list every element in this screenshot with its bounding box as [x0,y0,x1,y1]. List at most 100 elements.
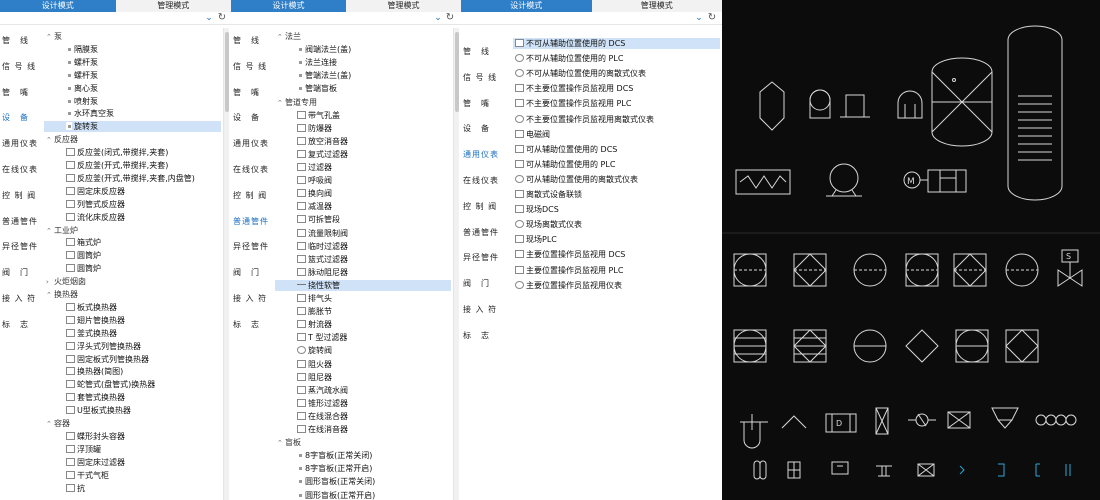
sidebar-category-item[interactable]: 接 入 符 [233,293,267,304]
sidebar-category-item[interactable]: 设 备 [463,123,490,134]
tree-symbol-item[interactable]: 抗 [44,483,221,494]
tree-group-node[interactable]: ⌃ 管道专用 [275,97,451,108]
tree-symbol-item[interactable]: 不可从辅助位置使用的 DCS [513,38,720,49]
caret-down-icon[interactable]: ⌃ [46,32,54,43]
tree-symbol-item[interactable]: 呼吸阀 [275,175,451,186]
tree-symbol-item[interactable]: 板式换热器 [44,302,221,313]
tree-symbol-item[interactable]: 翅片管换热器 [44,315,221,326]
tree-symbol-item[interactable]: 不可从辅助位置使用的离散式仪表 [513,68,720,79]
tree-symbol-item[interactable]: 干式气柜 [44,470,221,481]
tree-symbol-item[interactable]: 篮式过滤器 [275,254,451,265]
tree-symbol-item[interactable]: 圆形盲板(正常开启) [275,490,451,500]
sidebar-category-item[interactable]: 管 嘴 [463,98,490,109]
tree-symbol-item[interactable]: 旋转阀 [275,345,451,356]
tree-symbol-item[interactable]: 蒸汽疏水阀 [275,385,451,396]
tree-symbol-item[interactable]: 防爆器 [275,123,451,134]
tree-symbol-item[interactable]: 螺杆泵 [44,70,221,81]
sidebar-category-item[interactable]: 接 入 符 [2,293,36,304]
tree-symbol-item[interactable]: 阻火器 [275,359,451,370]
tree-symbol-item[interactable]: 旋转泵 [44,121,221,133]
tree-symbol-item[interactable]: 现场PLC [513,234,720,245]
tree-symbol-item[interactable]: 换向阀 [275,188,451,199]
tree-symbol-item[interactable]: 箱式炉 [44,237,221,248]
tree-symbol-item[interactable]: 过滤器 [275,162,451,173]
tree-symbol-item[interactable]: 膨胀节 [275,306,451,317]
tree-symbol-item[interactable]: 水环真空泵 [44,108,221,119]
tree-symbol-item[interactable]: 8字盲板(正常开启) [275,463,451,474]
tree-symbol-item[interactable]: 喷射泵 [44,96,221,107]
tree-symbol-item[interactable]: 法兰连接 [275,57,451,68]
tree-group-node[interactable]: ⌃ 盲板 [275,437,451,448]
tree-group-node[interactable]: ⌃ 工业炉 [44,225,221,236]
sidebar-category-item[interactable]: 普通管件 [233,216,269,227]
chevron-down-icon[interactable]: ⌄ [693,13,705,23]
sidebar-category-item[interactable]: 普通管件 [2,216,38,227]
sidebar-category-item[interactable]: 标 志 [463,330,490,341]
tree-symbol-item[interactable]: U型板式换热器 [44,405,221,416]
tree-symbol-item[interactable]: 临时过滤器 [275,241,451,252]
tree-symbol-item[interactable]: 固定板式列管换热器 [44,354,221,365]
sidebar-category-item[interactable]: 管 嘴 [2,87,29,98]
tree-group-node[interactable]: ⌃ 反应器 [44,134,221,145]
chevron-down-icon[interactable]: ⌄ [203,13,215,23]
tree-symbol-item[interactable]: 主要位置操作员监视用仪表 [513,280,720,291]
sidebar-category-item[interactable]: 控 制 阀 [463,201,497,212]
tree-symbol-item[interactable]: 减温器 [275,201,451,212]
sidebar-category-item[interactable]: 标 志 [2,319,29,330]
tab-manage-mode[interactable]: 管理模式 [115,0,231,12]
sidebar-category-item[interactable]: 管 线 [463,46,490,57]
tree-symbol-item[interactable]: 反应釜(闭式,带搅拌,夹套) [44,147,221,158]
caret-down-icon[interactable]: ⌃ [46,135,54,146]
sidebar-category-item[interactable]: 阀 门 [463,278,490,289]
sidebar-category-item[interactable]: 异径管件 [233,241,269,252]
caret-down-icon[interactable]: ⌃ [46,290,54,301]
tree-symbol-item[interactable]: 流化床反应器 [44,212,221,223]
tree-symbol-item[interactable]: 不可从辅助位置使用的 PLC [513,53,720,64]
tree-symbol-item[interactable]: 可从辅助位置使用的离散式仪表 [513,174,720,185]
sidebar-category-item[interactable]: 普通管件 [463,227,499,238]
tree-symbol-item[interactable]: 换热器(简图) [44,366,221,377]
tree-symbol-item[interactable]: 列管式反应器 [44,199,221,210]
sidebar-category-item[interactable]: 信 号 线 [233,61,267,72]
chevron-down-icon[interactable]: ⌄ [432,13,444,23]
tree-scrollbar[interactable] [223,28,229,500]
tree-symbol-item[interactable]: 反应釜(开式,带搅拌,夹套) [44,160,221,171]
tree-symbol-item[interactable]: 现场离散式仪表 [513,219,720,230]
tree-symbol-item[interactable]: 挠性软管 [275,279,451,291]
sidebar-category-item[interactable]: 管 线 [233,35,260,46]
tree-group-node[interactable]: ⌃ 换热器 [44,289,221,300]
sidebar-category-item[interactable]: 阀 门 [233,267,260,278]
tree-symbol-item[interactable]: 固定床反应器 [44,186,221,197]
tree-symbol-item[interactable]: 可从辅助位置使用的 DCS [513,144,720,155]
sidebar-category-item[interactable]: 管 线 [2,35,29,46]
tree-symbol-item[interactable]: 现场DCS [513,204,720,215]
tree-symbol-item[interactable]: T 型过滤器 [275,332,451,343]
tree-symbol-item[interactable]: 套管式换热器 [44,392,221,403]
tree-symbol-item[interactable]: 电磁阀 [513,129,720,140]
tree-group-node[interactable]: ⌃ 容器 [44,418,221,429]
tree-symbol-item[interactable]: 不主要位置操作员监视用离散式仪表 [513,114,720,125]
tree-symbol-item[interactable]: 管端盲板 [275,83,451,94]
tree-group-node[interactable]: › 火炬烟囱 [44,276,221,287]
sidebar-category-item[interactable]: 通用仪表 [2,138,38,149]
tree-symbol-item[interactable]: 不主要位置操作员监视用 PLC [513,98,720,109]
tree-symbol-item[interactable]: 圆筒炉 [44,250,221,261]
caret-right-icon[interactable]: › [46,277,54,288]
tree-symbol-item[interactable]: 浮头式列管换热器 [44,341,221,352]
tree-symbol-item[interactable]: 阀端法兰(盖) [275,44,451,55]
tree-symbol-item[interactable]: 反应釜(开式,带搅拌,夹套,内盘管) [44,173,221,184]
tree-symbol-item[interactable]: 蝶形封头容器 [44,431,221,442]
tab-design-mode[interactable]: 设计模式 [461,0,592,12]
tree-symbol-item[interactable]: 螺杆泵 [44,57,221,68]
tree-symbol-item[interactable]: 8字盲板(正常关闭) [275,450,451,461]
tree-symbol-item[interactable]: 阻尼器 [275,372,451,383]
refresh-icon[interactable]: ↻ [216,13,228,23]
cad-drawing-canvas[interactable]: M S D [722,0,1100,500]
sidebar-category-item[interactable]: 标 志 [233,319,260,330]
tree-symbol-item[interactable]: 可拆管段 [275,214,451,225]
sidebar-category-item[interactable]: 异径管件 [2,241,38,252]
tree-symbol-item[interactable]: 带气孔盖 [275,110,451,121]
caret-down-icon[interactable]: ⌃ [277,98,285,109]
tree-symbol-item[interactable]: 管端法兰(盖) [275,70,451,81]
sidebar-category-item[interactable]: 信 号 线 [463,72,497,83]
